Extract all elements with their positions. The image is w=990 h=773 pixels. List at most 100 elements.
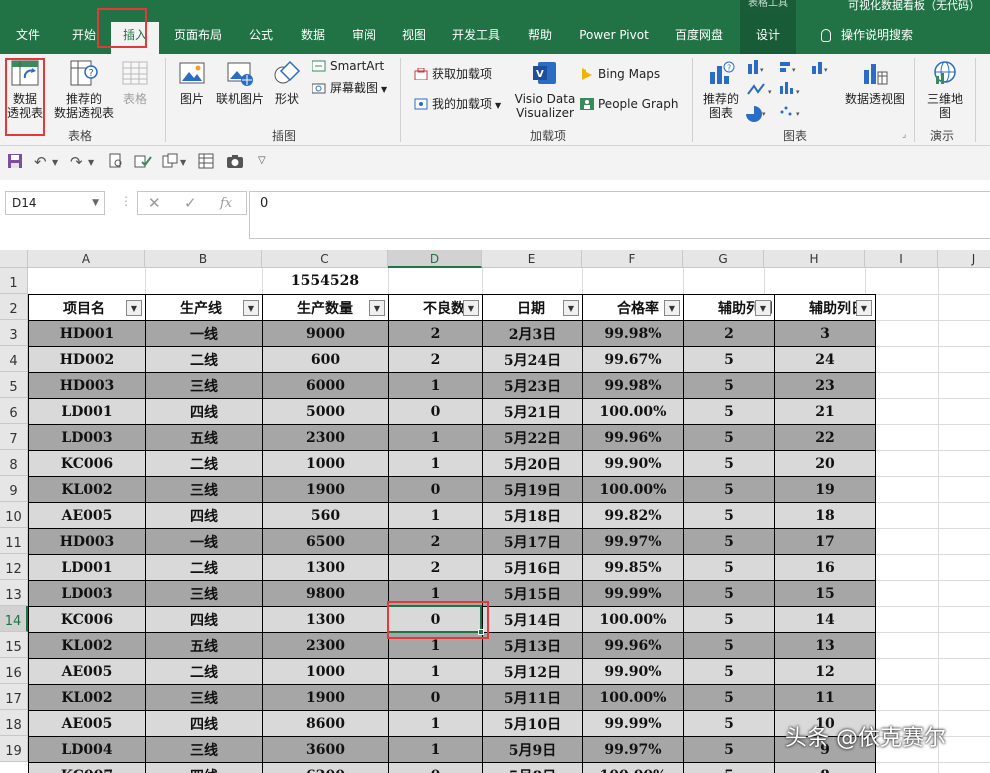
column-header-h[interactable]: H xyxy=(764,250,865,268)
table-cell[interactable]: 99.99% xyxy=(582,710,684,737)
table-cell[interactable]: 2 xyxy=(388,346,483,373)
row-header-7[interactable]: 7 xyxy=(0,424,28,450)
table-cell[interactable]: 6000 xyxy=(262,372,389,399)
table-cell[interactable]: 四线 xyxy=(145,606,263,633)
table-cell[interactable]: 0 xyxy=(388,398,483,425)
table-cell[interactable]: 5月23日 xyxy=(482,372,583,399)
table-cell[interactable]: 四线 xyxy=(145,398,263,425)
table-cell[interactable]: 1 xyxy=(388,372,483,399)
table-cell[interactable]: KL002 xyxy=(28,476,146,503)
fill-handle[interactable] xyxy=(478,629,484,635)
table-cell[interactable]: 1900 xyxy=(262,476,389,503)
table-cell[interactable]: 5月10日 xyxy=(482,710,583,737)
table-cell[interactable]: 100.00% xyxy=(582,684,684,711)
table-cell[interactable]: 8 xyxy=(774,762,876,773)
tab-developer[interactable]: 开发工具 xyxy=(444,22,508,54)
table-cell[interactable]: 14 xyxy=(774,606,876,633)
filter-dropdown-icon[interactable]: ▼ xyxy=(664,300,680,316)
row-header-14[interactable]: 14 xyxy=(0,606,28,632)
table-cell[interactable]: KC006 xyxy=(28,606,146,633)
tab-insert[interactable]: 插入 xyxy=(111,22,159,54)
row-header-8[interactable]: 8 xyxy=(0,450,28,476)
table-cell[interactable]: 100.00% xyxy=(582,606,684,633)
table-cell[interactable]: 600 xyxy=(262,346,389,373)
smartart-button[interactable]: SmartArt xyxy=(312,58,384,74)
table-cell[interactable]: 5 xyxy=(683,736,775,763)
table-cell[interactable]: 99.96% xyxy=(582,424,684,451)
tab-help[interactable]: 帮助 xyxy=(517,22,563,54)
row-header-4[interactable]: 4 xyxy=(0,346,28,372)
table-cell[interactable]: 5月19日 xyxy=(482,476,583,503)
table-cell[interactable]: 100.00% xyxy=(582,476,684,503)
table-cell[interactable]: 560 xyxy=(262,502,389,529)
table-cell[interactable]: 二线 xyxy=(145,346,263,373)
table-cell[interactable]: HD003 xyxy=(28,528,146,555)
name-box[interactable]: D14 ▼ xyxy=(5,191,105,215)
tab-file[interactable]: 文件 xyxy=(6,22,50,54)
table-cell[interactable]: 100.00% xyxy=(582,762,684,773)
table-cell[interactable]: 5月9日 xyxy=(482,736,583,763)
customize-qat-icon[interactable]: ▽ xyxy=(258,155,266,166)
table-cell[interactable]: HD001 xyxy=(28,320,146,347)
table-cell[interactable]: 20 xyxy=(774,450,876,477)
table-cell[interactable]: 9000 xyxy=(262,320,389,347)
tab-design[interactable]: 设计 xyxy=(740,14,796,54)
column-header-c[interactable]: C xyxy=(262,250,388,268)
table-cell[interactable]: 12 xyxy=(774,658,876,685)
tab-data[interactable]: 数据 xyxy=(290,22,336,54)
table-cell[interactable]: 5 xyxy=(683,606,775,633)
table-cell[interactable]: AE005 xyxy=(28,658,146,685)
tab-baidu-netdisk[interactable]: 百度网盘 xyxy=(664,22,734,54)
cancel-icon[interactable]: ✕ xyxy=(148,194,161,212)
table-cell[interactable]: 0 xyxy=(388,684,483,711)
table-cell[interactable]: 21 xyxy=(774,398,876,425)
table-cell[interactable]: 5 xyxy=(683,502,775,529)
table-cell[interactable]: 2 xyxy=(388,528,483,555)
dialog-launcher-icon[interactable]: ⌟ xyxy=(902,130,906,140)
table-cell[interactable]: AE005 xyxy=(28,710,146,737)
formula-input[interactable]: 0 xyxy=(249,191,990,239)
table-cell[interactable]: 99.90% xyxy=(582,450,684,477)
table-cell[interactable]: 13 xyxy=(774,632,876,659)
table-cell[interactable]: 1300 xyxy=(262,554,389,581)
table-cell[interactable]: 3600 xyxy=(262,736,389,763)
table-cell[interactable]: 5 xyxy=(683,658,775,685)
table-cell[interactable]: 5月20日 xyxy=(482,450,583,477)
row-header-18[interactable]: 18 xyxy=(0,710,28,736)
3d-map-button[interactable]: 三维地 图 xyxy=(922,58,968,120)
table-cell[interactable]: 22 xyxy=(774,424,876,451)
shapes-qat-icon[interactable] xyxy=(162,153,178,169)
table-cell[interactable]: 6200 xyxy=(262,762,389,773)
column-header-e[interactable]: E xyxy=(482,250,582,268)
cell-c1[interactable]: 1554528 xyxy=(262,268,388,294)
table-cell[interactable]: 2 xyxy=(388,554,483,581)
table-cell[interactable]: HD002 xyxy=(28,346,146,373)
table-cell[interactable]: 1900 xyxy=(262,684,389,711)
table-cell[interactable]: 19 xyxy=(774,476,876,503)
table-cell[interactable]: 5月15日 xyxy=(482,580,583,607)
recommended-charts-button[interactable]: ? 推荐的 图表 xyxy=(700,58,742,120)
column-header-i[interactable]: I xyxy=(865,250,938,268)
tell-me-search[interactable]: 操作说明搜索 xyxy=(812,22,922,54)
table-cell[interactable]: 1 xyxy=(388,502,483,529)
table-cell[interactable]: KL002 xyxy=(28,684,146,711)
get-addins-button[interactable]: 获取加载项 xyxy=(414,66,492,82)
table-cell[interactable]: 8600 xyxy=(262,710,389,737)
table-cell[interactable]: 二线 xyxy=(145,658,263,685)
table-cell[interactable]: 24 xyxy=(774,346,876,373)
column-header-g[interactable]: G xyxy=(683,250,764,268)
table-cell[interactable]: 5 xyxy=(683,372,775,399)
table-cell[interactable]: 1 xyxy=(388,632,483,659)
column-header-a[interactable]: A xyxy=(28,250,145,268)
redo-icon[interactable]: ↷ xyxy=(70,153,83,171)
table-cell[interactable]: 1 xyxy=(388,736,483,763)
table-cell[interactable]: 99.67% xyxy=(582,346,684,373)
column-header-j[interactable]: J xyxy=(938,250,990,268)
table-cell[interactable]: 四线 xyxy=(145,502,263,529)
table-cell[interactable]: 1300 xyxy=(262,606,389,633)
shapes-dropdown-icon[interactable]: ▼ xyxy=(180,158,186,167)
table-cell[interactable]: 1 xyxy=(388,424,483,451)
name-box-dropdown-icon[interactable]: ▼ xyxy=(92,192,99,214)
table-cell[interactable]: 5 xyxy=(683,762,775,773)
table-cell[interactable]: 6500 xyxy=(262,528,389,555)
